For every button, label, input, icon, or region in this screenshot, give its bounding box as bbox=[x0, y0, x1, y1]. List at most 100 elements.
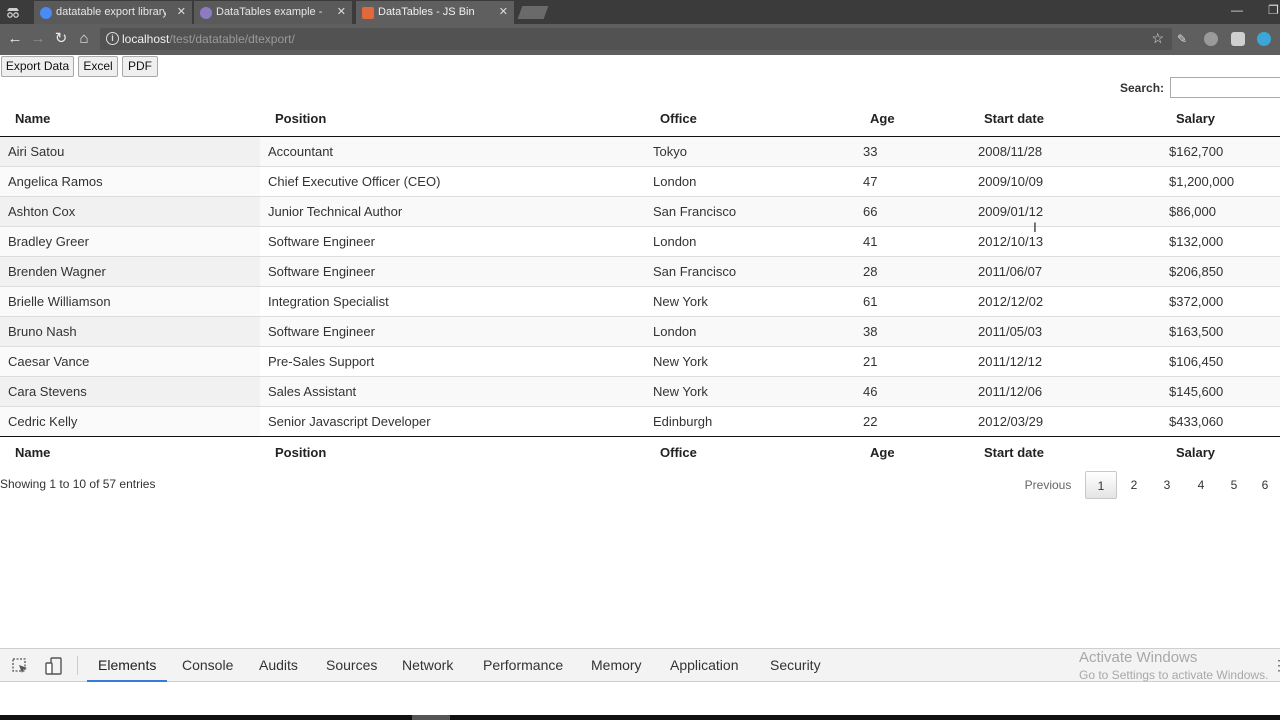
cell-age: 46 bbox=[855, 375, 970, 406]
reload-icon[interactable]: ↻ bbox=[52, 30, 70, 48]
restore-icon[interactable]: ❐ bbox=[1268, 3, 1279, 17]
address-bar[interactable]: i localhost/test/datatable/dtexport/ ☆ bbox=[100, 28, 1172, 50]
cell-age: 41 bbox=[855, 225, 970, 256]
back-arrow-icon[interactable]: ← bbox=[6, 30, 24, 48]
cell-office: Edinburgh bbox=[645, 405, 855, 436]
table-row[interactable]: Cedric Kelly Senior Javascript Developer E… bbox=[0, 405, 1280, 436]
devtools-tab-security[interactable]: Security bbox=[770, 649, 821, 682]
table-row[interactable]: Angelica Ramos Chief Executive Officer (C… bbox=[0, 165, 1280, 196]
cell-salary: $206,850 bbox=[1159, 255, 1280, 286]
devtools-tab-sources[interactable]: Sources bbox=[326, 649, 377, 682]
cell-salary: $433,060 bbox=[1159, 405, 1280, 436]
pagination-page[interactable]: 3 bbox=[1152, 471, 1182, 499]
cell-position: Software Engineer bbox=[260, 255, 645, 286]
cell-start-date: 2011/12/06 bbox=[970, 375, 1159, 406]
pagination-page[interactable]: 4 bbox=[1186, 471, 1216, 499]
cell-start-date: 2011/06/07 bbox=[970, 255, 1159, 286]
info-icon[interactable]: i bbox=[106, 32, 119, 45]
column-header-name[interactable]: Name bbox=[0, 102, 260, 137]
cell-salary: $372,000 bbox=[1159, 285, 1280, 316]
cell-name: Cedric Kelly bbox=[0, 405, 260, 436]
export-data-button[interactable]: Export Data bbox=[1, 56, 74, 77]
close-tab-icon[interactable]: ✕ bbox=[337, 1, 346, 24]
cell-name: Ashton Cox bbox=[0, 195, 260, 226]
table-row[interactable]: Brielle Williamson Integration Specialist… bbox=[0, 285, 1280, 316]
close-tab-icon[interactable]: ✕ bbox=[177, 1, 186, 24]
pagination-previous[interactable]: Previous bbox=[1014, 471, 1082, 499]
table-row[interactable]: Bradley Greer Software Engineer London 41 20… bbox=[0, 225, 1280, 256]
cell-age: 21 bbox=[855, 345, 970, 376]
pagination-page[interactable]: 6 bbox=[1250, 471, 1280, 499]
devtools-panel: Elements Console Audits Sources Network … bbox=[0, 648, 1280, 720]
cell-name: Brenden Wagner bbox=[0, 255, 260, 286]
cell-age: 33 bbox=[863, 143, 878, 159]
new-tab-button[interactable] bbox=[517, 6, 549, 19]
devtools-tab-elements[interactable]: Elements bbox=[87, 649, 168, 682]
bookmark-star-icon[interactable]: ☆ bbox=[1151, 30, 1164, 47]
extension-icon[interactable] bbox=[1257, 32, 1271, 46]
devtools-tab-application[interactable]: Application bbox=[670, 649, 739, 682]
home-icon[interactable]: ⌂ bbox=[75, 30, 93, 48]
pdf-button[interactable]: PDF bbox=[122, 56, 158, 77]
cell-salary: $162,700 bbox=[1169, 143, 1224, 159]
devtools-tab-console[interactable]: Console bbox=[182, 649, 233, 682]
more-options-icon[interactable]: ⋮ bbox=[1272, 657, 1280, 674]
search-input[interactable] bbox=[1170, 77, 1280, 98]
column-header-start-date[interactable]: Start date bbox=[970, 102, 1159, 137]
table-row[interactable]: Cara Stevens Sales Assistant New York 46 201… bbox=[0, 375, 1280, 406]
cell-office: London bbox=[645, 315, 855, 346]
cell-salary: $86,000 bbox=[1159, 195, 1280, 226]
cell-position: Software Engineer bbox=[260, 315, 645, 346]
cell-office: San Francisco bbox=[645, 195, 855, 226]
table-row[interactable]: Brenden Wagner Software Engineer San Franc… bbox=[0, 255, 1280, 286]
cell-position: Accountant bbox=[268, 143, 334, 159]
pagination-page[interactable]: 2 bbox=[1119, 471, 1149, 499]
column-footer-office: Office bbox=[645, 435, 855, 468]
column-header-office[interactable]: Office bbox=[645, 102, 855, 137]
devtools-tab-memory[interactable]: Memory bbox=[591, 649, 642, 682]
cell-age: 47 bbox=[855, 165, 970, 196]
cell-start-date: 2012/12/02 bbox=[970, 285, 1159, 316]
close-tab-icon[interactable]: ✕ bbox=[499, 1, 508, 24]
devtools-tab-performance[interactable]: Performance bbox=[483, 649, 563, 682]
browser-tab-active[interactable]: DataTables - JS Bin ✕ bbox=[356, 1, 514, 24]
table-info: Showing 1 to 10 of 57 entries bbox=[0, 477, 156, 491]
cell-office: New York bbox=[645, 285, 855, 316]
table-row[interactable]: Airi Satou Accountant Tokyo 33 2008/11/28 $16… bbox=[0, 136, 1280, 166]
taskbar-active-item[interactable] bbox=[412, 715, 450, 720]
pagination-page-current[interactable]: 1 bbox=[1085, 471, 1117, 499]
table-row[interactable]: Caesar Vance Pre-Sales Support New York 21 2… bbox=[0, 345, 1280, 376]
jsbin-favicon-icon bbox=[362, 7, 374, 19]
device-toolbar-icon[interactable] bbox=[45, 657, 63, 675]
pagination-page[interactable]: 5 bbox=[1219, 471, 1249, 499]
excel-button[interactable]: Excel bbox=[78, 56, 118, 77]
table-header-row: Name Position Office Age Start date Sala… bbox=[0, 102, 1280, 137]
minimize-icon[interactable]: — bbox=[1231, 3, 1243, 17]
url-text[interactable]: localhost/test/datatable/dtexport/ bbox=[122, 32, 295, 46]
camera-extension-icon[interactable] bbox=[1231, 32, 1245, 46]
globe-extension-icon[interactable] bbox=[1204, 32, 1218, 46]
column-header-age[interactable]: Age bbox=[855, 102, 970, 137]
column-header-salary[interactable]: Salary bbox=[1159, 102, 1280, 137]
browser-tab[interactable]: datatable export library ✕ bbox=[34, 1, 192, 24]
browser-tab-title: DataTables example - File bbox=[216, 6, 326, 18]
activate-windows-title: Activate Windows bbox=[1079, 649, 1198, 666]
forward-arrow-icon[interactable]: → bbox=[29, 30, 47, 48]
browser-tab[interactable]: DataTables example - File ✕ bbox=[194, 1, 352, 24]
devtools-separator bbox=[77, 656, 78, 675]
column-header-position[interactable]: Position bbox=[260, 102, 645, 137]
windows-taskbar bbox=[0, 715, 1280, 720]
pen-extension-icon[interactable]: ✎ bbox=[1177, 32, 1191, 46]
table-row[interactable]: Ashton Cox Junior Technical Author San Fra… bbox=[0, 195, 1280, 226]
table-row[interactable]: Bruno Nash Software Engineer London 38 2011/… bbox=[0, 315, 1280, 346]
devtools-tab-network[interactable]: Network bbox=[402, 649, 453, 682]
devtools-tab-audits[interactable]: Audits bbox=[259, 649, 298, 682]
search-label: Search: bbox=[1120, 81, 1165, 95]
cell-age: 28 bbox=[855, 255, 970, 286]
data-table: Name Position Office Age Start date Sala… bbox=[0, 102, 1280, 468]
devtools-tab-bar: Elements Console Audits Sources Network … bbox=[0, 649, 1280, 682]
inspect-element-icon[interactable] bbox=[11, 657, 29, 675]
cell-position: Integration Specialist bbox=[260, 285, 645, 316]
cell-age: 22 bbox=[855, 405, 970, 436]
cell-start-date: 2009/10/09 bbox=[970, 165, 1159, 196]
